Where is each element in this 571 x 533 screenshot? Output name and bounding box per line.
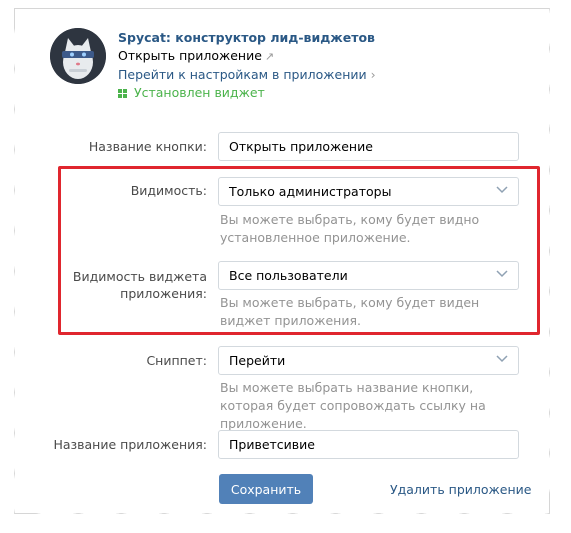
highlight-frame <box>58 166 540 335</box>
open-app-link[interactable]: Открыть приложение ↗ <box>118 47 418 66</box>
chevron-right-icon: › <box>370 67 376 82</box>
button-name-input[interactable]: Открыть приложение <box>218 132 519 161</box>
app-name-input[interactable]: Приветсивие <box>218 430 519 459</box>
chevron-down-icon <box>496 355 508 363</box>
cat-logo-icon <box>50 28 106 84</box>
button-name-label: Название кнопки: <box>88 139 207 154</box>
installed-status: Установлен виджет <box>118 84 418 102</box>
open-app-label: Открыть приложение <box>118 48 262 63</box>
app-name-label: Название приложения: <box>53 437 207 452</box>
snippet-select[interactable]: Перейти <box>218 346 519 375</box>
installed-status-label: Установлен виджет <box>134 85 265 100</box>
widget-grid-icon <box>118 88 127 98</box>
app-settings-link[interactable]: Перейти к настройкам в приложении › <box>118 66 418 84</box>
snippet-value: Перейти <box>229 353 286 368</box>
external-link-icon: ↗ <box>264 50 275 63</box>
save-button[interactable]: Сохранить <box>219 474 313 504</box>
app-avatar[interactable] <box>50 28 106 84</box>
snippet-label: Сниппет: <box>146 353 207 368</box>
delete-app-link[interactable]: Удалить приложение <box>390 482 531 497</box>
snippet-hint: Вы можете выбрать название кнопки, котор… <box>220 380 486 431</box>
app-settings-label: Перейти к настройкам в приложении <box>118 67 367 82</box>
app-info: Spycat: конструктор лид-виджетов Открыть… <box>118 29 418 102</box>
app-title[interactable]: Spycat: конструктор лид-виджетов <box>118 29 418 47</box>
